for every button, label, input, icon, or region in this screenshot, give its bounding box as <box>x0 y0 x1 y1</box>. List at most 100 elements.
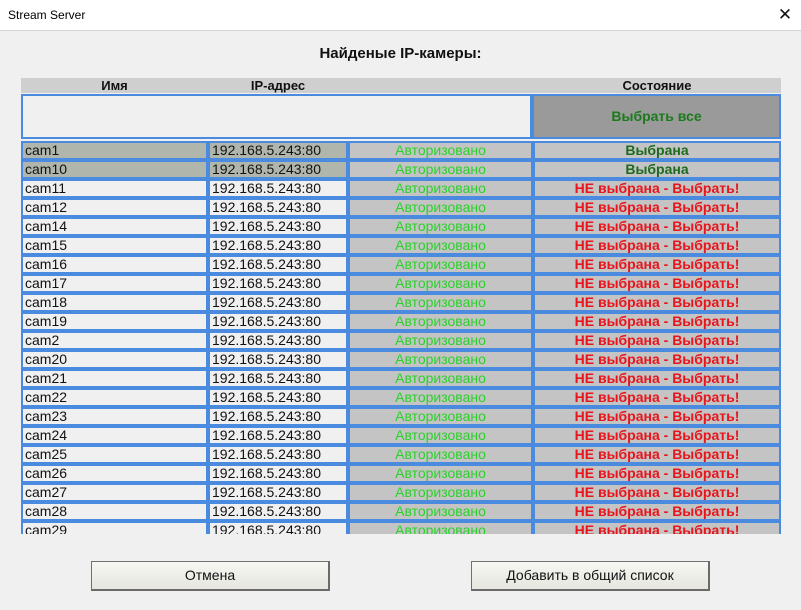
cancel-button[interactable]: Отмена <box>91 561 330 591</box>
camera-ip-cell: 192.168.5.243:80 <box>208 236 348 255</box>
camera-state-cell[interactable]: НЕ выбрана - Выбрать! <box>533 464 781 483</box>
camera-state-cell[interactable]: НЕ выбрана - Выбрать! <box>533 483 781 502</box>
camera-name-cell: cam27 <box>21 483 208 502</box>
camera-state-cell[interactable]: Выбрана <box>533 141 781 160</box>
camera-state-cell[interactable]: НЕ выбрана - Выбрать! <box>533 255 781 274</box>
table-row[interactable]: cam28 192.168.5.243:80 Авторизовано НЕ выбр… <box>21 502 781 521</box>
camera-auth-cell: Авторизовано <box>348 483 533 502</box>
table-row[interactable]: cam18 192.168.5.243:80 Авторизовано НЕ выбр… <box>21 293 781 312</box>
camera-auth-cell: Авторизовано <box>348 179 533 198</box>
camera-ip-cell: 192.168.5.243:80 <box>208 293 348 312</box>
camera-state-cell[interactable]: НЕ выбрана - Выбрать! <box>533 217 781 236</box>
camera-ip-cell: 192.168.5.243:80 <box>208 521 348 534</box>
table-row[interactable]: cam15 192.168.5.243:80 Авторизовано НЕ выбр… <box>21 236 781 255</box>
camera-auth-cell: Авторизовано <box>348 369 533 388</box>
camera-auth-cell: Авторизовано <box>348 198 533 217</box>
camera-ip-cell: 192.168.5.243:80 <box>208 331 348 350</box>
add-to-list-button[interactable]: Добавить в общий список <box>471 561 710 591</box>
column-header-state: Состояние <box>622 78 692 93</box>
camera-name-cell: cam18 <box>21 293 208 312</box>
camera-state-cell[interactable]: НЕ выбрана - Выбрать! <box>533 198 781 217</box>
camera-state-cell[interactable]: НЕ выбрана - Выбрать! <box>533 502 781 521</box>
camera-auth-cell: Авторизовано <box>348 464 533 483</box>
column-header-ip: IP-адрес <box>250 78 306 93</box>
table-row[interactable]: cam29 192.168.5.243:80 Авторизовано НЕ выбр… <box>21 521 781 534</box>
table-row[interactable]: cam17 192.168.5.243:80 Авторизовано НЕ выбр… <box>21 274 781 293</box>
camera-state-cell[interactable]: НЕ выбрана - Выбрать! <box>533 274 781 293</box>
camera-state-cell[interactable]: НЕ выбрана - Выбрать! <box>533 426 781 445</box>
dialog-heading: Найденые IP-камеры: <box>319 45 482 62</box>
camera-auth-cell: Авторизовано <box>348 217 533 236</box>
table-row[interactable]: cam26 192.168.5.243:80 Авторизовано НЕ выбр… <box>21 464 781 483</box>
camera-name-cell: cam15 <box>21 236 208 255</box>
table-row[interactable]: cam24 192.168.5.243:80 Авторизовано НЕ выбр… <box>21 426 781 445</box>
camera-name-cell: cam1 <box>21 141 208 160</box>
camera-state-cell[interactable]: НЕ выбрана - Выбрать! <box>533 293 781 312</box>
camera-state-cell[interactable]: НЕ выбрана - Выбрать! <box>533 407 781 426</box>
camera-ip-cell: 192.168.5.243:80 <box>208 179 348 198</box>
camera-auth-cell: Авторизовано <box>348 255 533 274</box>
camera-grid[interactable]: Имя IP-адрес Состояние Выбрать все cam1 1… <box>21 78 781 534</box>
camera-name-cell: cam19 <box>21 312 208 331</box>
camera-auth-cell: Авторизовано <box>348 502 533 521</box>
table-row[interactable]: cam25 192.168.5.243:80 Авторизовано НЕ выбр… <box>21 445 781 464</box>
camera-ip-cell: 192.168.5.243:80 <box>208 464 348 483</box>
table-row[interactable]: cam21 192.168.5.243:80 Авторизовано НЕ выбр… <box>21 369 781 388</box>
camera-ip-cell: 192.168.5.243:80 <box>208 388 348 407</box>
camera-name-cell: cam28 <box>21 502 208 521</box>
camera-name-cell: cam12 <box>21 198 208 217</box>
camera-state-cell[interactable]: НЕ выбрана - Выбрать! <box>533 521 781 534</box>
camera-auth-cell: Авторизовано <box>348 293 533 312</box>
table-row[interactable]: cam2 192.168.5.243:80 Авторизовано НЕ выбра… <box>21 331 781 350</box>
table-row[interactable]: cam16 192.168.5.243:80 Авторизовано НЕ выбр… <box>21 255 781 274</box>
table-row[interactable]: cam10 192.168.5.243:80 Авторизовано Выбрана <box>21 160 781 179</box>
select-all-row-blank <box>21 94 532 139</box>
camera-ip-cell: 192.168.5.243:80 <box>208 141 348 160</box>
camera-state-cell[interactable]: НЕ выбрана - Выбрать! <box>533 369 781 388</box>
camera-ip-cell: 192.168.5.243:80 <box>208 217 348 236</box>
table-row[interactable]: cam20 192.168.5.243:80 Авторизовано НЕ выбр… <box>21 350 781 369</box>
camera-name-cell: cam21 <box>21 369 208 388</box>
camera-state-cell[interactable]: НЕ выбрана - Выбрать! <box>533 331 781 350</box>
table-row[interactable]: cam1 192.168.5.243:80 Авторизовано Выбрана <box>21 141 781 160</box>
camera-auth-cell: Авторизовано <box>348 274 533 293</box>
camera-state-cell[interactable]: НЕ выбрана - Выбрать! <box>533 236 781 255</box>
camera-auth-cell: Авторизовано <box>348 141 533 160</box>
column-header-auth <box>348 78 533 93</box>
table-row[interactable]: cam22 192.168.5.243:80 Авторизовано НЕ выбр… <box>21 388 781 407</box>
table-row[interactable]: cam12 192.168.5.243:80 Авторизовано НЕ выбр… <box>21 198 781 217</box>
camera-name-cell: cam29 <box>21 521 208 534</box>
camera-state-cell[interactable]: НЕ выбрана - Выбрать! <box>533 179 781 198</box>
camera-name-cell: cam23 <box>21 407 208 426</box>
table-row[interactable]: cam14 192.168.5.243:80 Авторизовано НЕ выбр… <box>21 217 781 236</box>
camera-auth-cell: Авторизовано <box>348 407 533 426</box>
grid-header: Имя IP-адрес Состояние <box>21 78 781 93</box>
camera-ip-cell: 192.168.5.243:80 <box>208 198 348 217</box>
camera-name-cell: cam20 <box>21 350 208 369</box>
camera-auth-cell: Авторизовано <box>348 521 533 534</box>
camera-name-cell: cam22 <box>21 388 208 407</box>
camera-ip-cell: 192.168.5.243:80 <box>208 274 348 293</box>
camera-state-cell[interactable]: НЕ выбрана - Выбрать! <box>533 445 781 464</box>
table-row[interactable]: cam11 192.168.5.243:80 Авторизовано НЕ выбр… <box>21 179 781 198</box>
camera-auth-cell: Авторизовано <box>348 445 533 464</box>
camera-rows: cam1 192.168.5.243:80 Авторизовано Выбрана c… <box>21 141 781 534</box>
table-row[interactable]: cam23 192.168.5.243:80 Авторизовано НЕ выбр… <box>21 407 781 426</box>
camera-auth-cell: Авторизовано <box>348 160 533 179</box>
camera-ip-cell: 192.168.5.243:80 <box>208 502 348 521</box>
table-row[interactable]: cam19 192.168.5.243:80 Авторизовано НЕ выбр… <box>21 312 781 331</box>
camera-state-cell[interactable]: НЕ выбрана - Выбрать! <box>533 312 781 331</box>
camera-state-cell[interactable]: Выбрана <box>533 160 781 179</box>
column-header-name: Имя <box>101 78 128 93</box>
window-title: Stream Server <box>8 8 86 22</box>
camera-ip-cell: 192.168.5.243:80 <box>208 445 348 464</box>
camera-name-cell: cam26 <box>21 464 208 483</box>
camera-auth-cell: Авторизовано <box>348 350 533 369</box>
select-all-button[interactable]: Выбрать все <box>532 94 781 139</box>
table-row[interactable]: cam27 192.168.5.243:80 Авторизовано НЕ выбр… <box>21 483 781 502</box>
camera-auth-cell: Авторизовано <box>348 312 533 331</box>
camera-name-cell: cam24 <box>21 426 208 445</box>
camera-state-cell[interactable]: НЕ выбрана - Выбрать! <box>533 388 781 407</box>
close-icon[interactable]: ✕ <box>769 0 801 31</box>
camera-state-cell[interactable]: НЕ выбрана - Выбрать! <box>533 350 781 369</box>
